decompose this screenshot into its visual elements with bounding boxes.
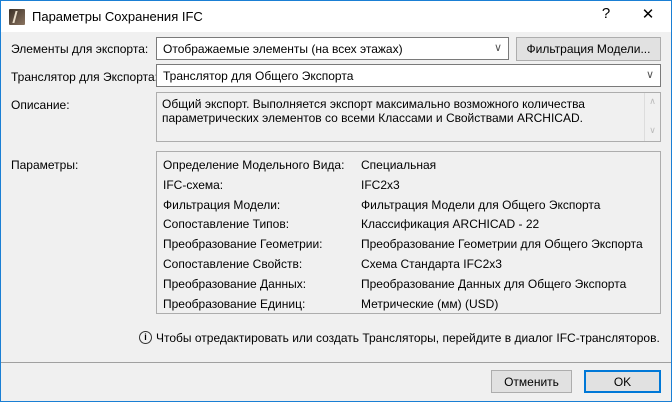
parameter-value: Классификация ARCHICAD - 22: [361, 217, 540, 232]
parameter-name: Сопоставление Свойств:: [163, 257, 303, 271]
parameter-value: Преобразование Данных для Общего Экспорт…: [361, 276, 627, 291]
elements-select[interactable]: Отображаемые элементы (на всех этажах) ∨: [156, 37, 509, 60]
parameter-name: Фильтрация Модели:: [163, 197, 281, 212]
chevron-down-icon: ∨: [645, 69, 654, 81]
cancel-button[interactable]: Отменить: [491, 370, 572, 393]
info-icon: i: [139, 331, 152, 344]
parameter-value: Специальная: [361, 158, 437, 172]
ifc-save-dialog: Параметры Сохранения IFC ? ✕ Элементы дл…: [0, 0, 672, 402]
parameter-value: Метрические (мм) (USD): [361, 296, 499, 311]
description-box: Общий экспорт. Выполняется экспорт макси…: [156, 92, 661, 142]
parameter-value: Фильтрация Модели для Общего Экспорта: [361, 197, 601, 212]
info-text: Чтобы отредактировать или создать Трансл…: [156, 331, 660, 345]
archicad-logo-icon: [9, 9, 25, 25]
parameter-name: Преобразование Данных:: [163, 276, 307, 291]
translator-select[interactable]: Транслятор для Общего Экспорта ∨: [156, 64, 661, 87]
help-button[interactable]: ?: [591, 5, 621, 22]
elements-label: Элементы для экспорта:: [11, 42, 149, 56]
translator-value: Транслятор для Общего Экспорта: [163, 69, 354, 83]
close-button[interactable]: ✕: [633, 5, 663, 23]
chevron-down-icon: ∨: [493, 42, 502, 54]
parameter-value: Схема Стандарта IFC2x3: [361, 257, 502, 271]
parameter-name: IFC-схема:: [163, 177, 224, 192]
parameter-name: Сопоставление Типов:: [163, 217, 290, 232]
parameter-name: Определение Модельного Вида:: [163, 158, 345, 172]
scroll-down-icon[interactable]: ∨: [645, 125, 660, 136]
parameter-name: Преобразование Геометрии:: [163, 237, 323, 252]
description-label: Описание:: [11, 98, 70, 112]
translator-label: Транслятор для Экспорта:: [11, 70, 158, 84]
parameter-value: Преобразование Геометрии для Общего Эксп…: [361, 237, 643, 252]
parameter-name: Преобразование Единиц:: [163, 296, 306, 311]
parameters-box: Определение Модельного Вида: Специальная I…: [156, 151, 661, 314]
parameters-label: Параметры:: [11, 158, 79, 172]
model-filter-button[interactable]: Фильтрация Модели...: [516, 37, 661, 61]
title-bar: Параметры Сохранения IFC ? ✕: [1, 1, 671, 32]
description-text: Общий экспорт. Выполняется экспорт макси…: [162, 97, 585, 125]
parameter-value: IFC2x3: [361, 177, 400, 192]
window-title: Параметры Сохранения IFC: [32, 9, 203, 24]
ok-button[interactable]: OK: [584, 370, 661, 393]
divider: [1, 362, 671, 363]
scrollbar[interactable]: ∧ ∨: [644, 93, 660, 141]
scroll-up-icon[interactable]: ∧: [645, 96, 660, 107]
elements-value: Отображаемые элементы (на всех этажах): [163, 42, 403, 56]
